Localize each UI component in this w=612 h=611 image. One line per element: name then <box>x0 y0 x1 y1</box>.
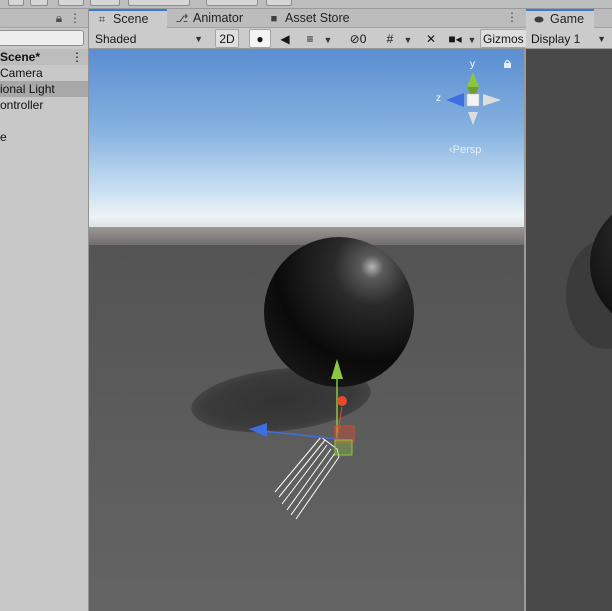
tab-game[interactable]: ⬬ Game <box>526 9 594 28</box>
speaker-icon: ◀︎ <box>280 32 290 46</box>
scene-toolbar: Shaded ▼ 2D ● ◀︎ ≡ ▼ ⊘0 # ▼ ✕ ■◂ ▼ Gizmo… <box>89 28 526 49</box>
gizmos-dropdown[interactable]: Gizmos <box>480 29 526 48</box>
hierarchy-item[interactable]: ontroller <box>0 97 88 113</box>
tab-asset-store[interactable]: ■ Asset Store <box>261 9 361 28</box>
hierarchy-item[interactable]: Camera <box>0 65 88 81</box>
effects-toggle[interactable]: ≡ <box>300 29 320 48</box>
display-dropdown[interactable]: Display 1 ▼ <box>528 29 610 48</box>
chevron-down-icon: ▼ <box>403 35 413 45</box>
lighting-toggle[interactable]: ● <box>249 29 271 48</box>
axis-y-label: y <box>470 59 475 70</box>
lightbulb-icon: ● <box>256 32 264 46</box>
projection-text: Persp <box>453 144 482 156</box>
camera-dropdown[interactable]: ▼ <box>466 29 478 48</box>
hierarchy-search-input[interactable] <box>0 30 84 46</box>
chevron-down-icon: ▼ <box>597 34 606 44</box>
camera-settings-button[interactable]: ■◂ <box>445 29 465 48</box>
chevron-down-icon: ▼ <box>323 35 333 45</box>
tab-scene[interactable]: ⌗ Scene <box>89 9 167 28</box>
effects-dropdown[interactable]: ▼ <box>321 29 335 48</box>
toolbar-button[interactable] <box>58 0 84 6</box>
toolbar-button[interactable] <box>206 0 258 6</box>
game-panel: ⬬ Game Display 1 ▼ <box>526 9 612 611</box>
hierarchy-item-label: ional Light <box>0 82 55 96</box>
eye-slash-icon: ⊘ <box>349 32 360 46</box>
hierarchy-item-label: e <box>0 130 7 144</box>
store-bag-icon: ■ <box>270 13 278 25</box>
scene-header-row[interactable]: Scene* ⋮ <box>0 49 88 65</box>
axis-z-label: z <box>436 93 441 104</box>
scene-panel: ⌗ Scene ⎇ Animator ■ Asset Store ⋮ Shaded ▼… <box>89 9 526 611</box>
toolbar-button[interactable] <box>266 0 292 6</box>
draw-mode-dropdown[interactable]: Shaded ▼ <box>91 29 207 48</box>
toolbar-button[interactable] <box>128 0 190 6</box>
scene-name: Scene* <box>0 50 41 64</box>
more-vert-icon[interactable]: ⋮ <box>506 10 518 24</box>
scene-menu-icon[interactable]: ⋮ <box>71 49 83 65</box>
hierarchy-item[interactable]: e <box>0 129 88 145</box>
lock-icon[interactable]: 🔒︎ <box>52 11 66 25</box>
hierarchy-item-label: ontroller <box>0 98 44 112</box>
tab-label: Animator <box>193 11 244 25</box>
hierarchy-item-label: Camera <box>0 66 43 80</box>
hierarchy-item-selected[interactable]: ional Light <box>0 81 88 97</box>
projection-label[interactable]: ‹Persp <box>449 144 481 156</box>
hierarchy-list: Scene* ⋮ Camera ional Light ontroller e <box>0 49 88 145</box>
more-vert-icon[interactable]: ⋮ <box>68 11 82 25</box>
tab-label: Asset Store <box>285 11 350 25</box>
hidden-count: 0 <box>359 32 367 46</box>
tab-label: Scene <box>113 12 149 26</box>
sphere-object[interactable] <box>264 237 414 387</box>
animator-icon: ⎇ <box>175 13 189 25</box>
video-camera-icon: ■◂ <box>448 32 462 46</box>
grid-dropdown[interactable]: ▼ <box>401 29 415 48</box>
chevron-down-icon: ▼ <box>467 35 477 45</box>
game-tab-bar: ⬬ Game <box>526 9 612 28</box>
toggle-2d-button[interactable]: 2D <box>215 29 239 48</box>
grid-toggle[interactable]: # <box>380 29 400 48</box>
hierarchy-panel: 🔒︎ ⋮ Scene* ⋮ Camera ional Light ontroll… <box>0 9 89 611</box>
tools-icon: ✕ <box>425 32 437 46</box>
hierarchy-item[interactable] <box>0 113 88 129</box>
scene-tab-bar: ⌗ Scene ⎇ Animator ■ Asset Store ⋮ <box>89 9 526 28</box>
display-label: Display 1 <box>531 32 581 46</box>
hidden-objects-toggle[interactable]: ⊘0 <box>342 29 374 48</box>
game-toolbar: Display 1 ▼ <box>526 28 612 49</box>
draw-mode-label: Shaded <box>95 32 137 46</box>
toggle-2d-label: 2D <box>219 32 235 46</box>
grid-icon: ⌗ <box>98 14 106 26</box>
hierarchy-tab-bar: 🔒︎ ⋮ <box>0 9 88 28</box>
gizmos-label: Gizmos <box>483 32 524 46</box>
tab-animator[interactable]: ⎇ Animator <box>169 9 259 28</box>
tools-button[interactable]: ✕ <box>421 29 441 48</box>
chevron-down-icon: ▼ <box>194 34 203 44</box>
game-view[interactable] <box>526 49 612 611</box>
toolbar-button[interactable] <box>8 0 24 6</box>
effects-layers-icon: ≡ <box>306 32 314 46</box>
scene-viewport[interactable]: y z ‹Persp <box>89 49 524 611</box>
toolbar-button[interactable] <box>30 0 48 6</box>
gamepad-icon: ⬬ <box>534 14 544 26</box>
toolbar-button[interactable] <box>90 0 120 6</box>
audio-toggle[interactable]: ◀︎ <box>274 29 296 48</box>
main-toolbar-strip <box>0 0 612 9</box>
tab-label: Game <box>550 12 585 26</box>
grid-icon: # <box>386 32 394 46</box>
